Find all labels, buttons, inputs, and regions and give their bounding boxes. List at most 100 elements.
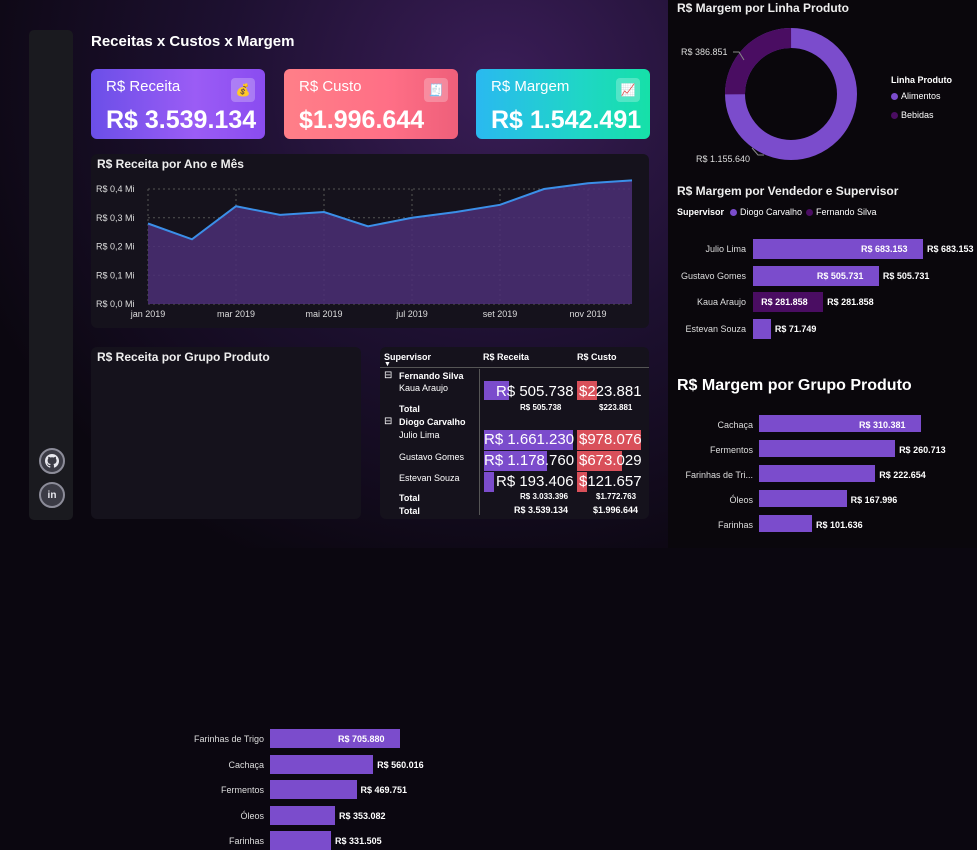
x-tick-label: nov 2019: [569, 309, 606, 319]
column-divider: [479, 369, 480, 515]
bar-category-label: Cachaça: [717, 420, 753, 430]
header-receita[interactable]: R$ Receita: [483, 352, 529, 362]
bar[interactable]: [759, 515, 813, 532]
legend-label: Alimentos: [901, 91, 941, 101]
receita-grupo-panel: R$ Receita por Grupo Produto Farinhas de…: [91, 347, 424, 850]
donut-leader-lines: [733, 51, 764, 156]
invoice-icon: 🧾: [424, 78, 448, 102]
bar-value-label: R$ 222.654: [879, 470, 926, 480]
custo-cell: $223.881: [579, 383, 642, 400]
page-title: Receitas x Custos x Margem: [91, 33, 295, 50]
line-chart-panel: R$ Receita por Ano e Mês R$ 0,4 Mi R$ 0,3…: [91, 154, 649, 328]
x-tick-label: jan 2019: [130, 309, 166, 319]
grand-total-label: Total: [399, 506, 420, 516]
matrix-panel: Supervisor ▼ R$ Receita R$ Custo ⊟ Ferna…: [380, 347, 649, 519]
side-nav: in: [29, 30, 73, 520]
legend-item-diogo[interactable]: Diogo Carvalho: [730, 207, 802, 217]
linkedin-icon[interactable]: in: [39, 482, 65, 508]
bar-value-label: R$ 167.996: [850, 495, 898, 505]
bar-category-label: Óleos: [240, 810, 264, 821]
legend-dot: [730, 209, 737, 217]
kpi-value: R$ 3.539.134: [106, 106, 257, 134]
bar[interactable]: [270, 780, 357, 799]
money-bag-icon: 💰: [231, 78, 255, 102]
receita-cell: R$ 505.738: [496, 383, 574, 400]
bar-value-label: R$ 101.636: [816, 520, 863, 530]
bar-value-label: R$ 353.082: [339, 810, 386, 821]
growth-icon: 📈: [616, 78, 640, 102]
bar-category-label: Julio Lima: [705, 244, 746, 254]
donut-title: R$ Margem por Linha Produto: [677, 1, 850, 15]
bar[interactable]: [759, 490, 847, 507]
legend-title: Linha Produto: [891, 75, 952, 85]
bar-total-label: R$ 505.731: [882, 270, 930, 281]
custo-cell: $673.029: [579, 452, 642, 469]
bar-value-label: R$ 705.880: [338, 734, 385, 744]
grand-total-custo: $1.996.644: [593, 505, 639, 515]
legend-dot: [806, 209, 813, 217]
collapse-icon[interactable]: ⊟: [384, 416, 392, 427]
bar-total-label: R$ 683.153: [927, 244, 974, 254]
bar-category-label: Fermentos: [220, 785, 264, 795]
header-supervisor[interactable]: Supervisor: [384, 352, 431, 362]
kpi-card-custo: R$ Custo 🧾 $1.996.644: [284, 69, 458, 139]
x-tick-label: set 2019: [483, 309, 518, 319]
bar-category-label: Óleos: [729, 495, 753, 505]
bar[interactable]: [270, 831, 332, 850]
kpi-card-margem: R$ Margem 📈 R$ 1.542.491: [476, 69, 650, 139]
bar-inner-label: R$ 505.731: [816, 270, 864, 281]
bar-category-label: Cachaça: [228, 759, 264, 770]
row-name: Kaua Araujo: [399, 383, 449, 393]
github-icon[interactable]: [39, 448, 65, 474]
total-custo: $1.772.763: [596, 492, 637, 501]
receita-databar: [484, 472, 494, 492]
chart-title: R$ Receita por Grupo Produto: [97, 350, 270, 364]
bar-category-label: Gustavo Gomes: [680, 270, 746, 281]
bar-category-label: Fermentos: [709, 445, 753, 455]
legend-item-bebidas[interactable]: Bebidas: [891, 110, 934, 120]
bar[interactable]: [759, 465, 876, 482]
group-name: Diogo Carvalho: [399, 417, 466, 427]
bar-category-label: Farinhas de Tri...: [685, 470, 753, 480]
donut-label-alimentos: R$ 1.155.640: [696, 154, 751, 164]
header-divider: [380, 367, 649, 368]
y-tick-label: R$ 0,4 Mi: [96, 184, 135, 194]
row-name: Estevan Souza: [399, 473, 460, 483]
custo-cell: $121.657: [579, 473, 642, 490]
legend-item-alimentos[interactable]: Alimentos: [891, 91, 941, 101]
margem-grupo-title: R$ Margem por Grupo Produto: [677, 377, 912, 394]
bar-category-label: Kaua Araujo: [696, 297, 746, 307]
legend-label: Bebidas: [901, 110, 934, 120]
bar-inner-label: R$ 281.858: [761, 297, 808, 307]
bar-value-label: R$ 260.713: [899, 445, 946, 455]
total-receita: R$ 3.033.396: [520, 492, 569, 501]
kpi-value: R$ 1.542.491: [491, 106, 642, 134]
bar-value-label: R$ 331.505: [335, 836, 382, 846]
x-tick-label: mar 2019: [217, 309, 255, 319]
total-label: Total: [399, 493, 420, 503]
receita-cell: R$ 193.406: [496, 473, 574, 490]
bar[interactable]: [753, 318, 771, 339]
donut-label-bebidas: R$ 386.851: [681, 47, 728, 57]
legend-label: Diogo Carvalho: [740, 207, 803, 217]
row-name: Julio Lima: [399, 430, 440, 440]
kpi-label: R$ Receita: [106, 78, 181, 95]
bar[interactable]: [270, 805, 336, 825]
vendedor-title: R$ Margem por Vendedor e Supervisor: [677, 184, 899, 198]
grand-total-receita: R$ 3.539.134: [514, 505, 569, 515]
receita-cell: R$ 1.178.760: [484, 452, 575, 469]
header-custo[interactable]: R$ Custo: [577, 352, 617, 362]
legend-item-fernando[interactable]: Fernando Silva: [806, 207, 877, 217]
group-name: Fernando Silva: [399, 371, 464, 381]
legend-dot: [891, 112, 898, 120]
y-tick-label: R$ 0,3 Mi: [96, 213, 135, 223]
kpi-label: R$ Custo: [299, 78, 362, 95]
area-fill: [148, 180, 632, 304]
bar[interactable]: [270, 754, 374, 774]
collapse-icon[interactable]: ⊟: [384, 370, 392, 381]
y-tick-label: R$ 0,2 Mi: [96, 242, 135, 252]
bar-category-label: Farinhas: [228, 836, 264, 846]
bar[interactable]: [759, 440, 896, 457]
x-tick-label: mai 2019: [305, 309, 342, 319]
total-label: Total: [399, 404, 420, 414]
